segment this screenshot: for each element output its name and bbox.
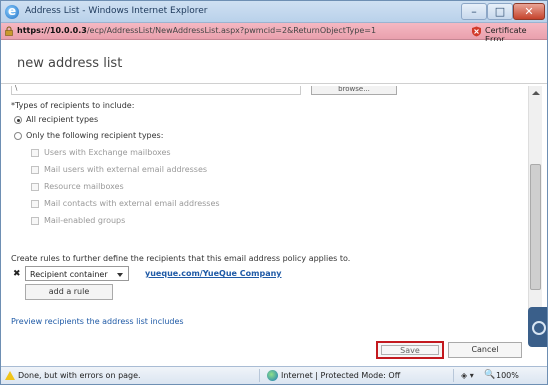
status-separator <box>453 369 454 382</box>
checkbox-mail-users[interactable] <box>31 166 39 174</box>
browser-window: Address List - Windows Internet Explorer… <box>0 0 548 385</box>
dialog-content: new address list \ browse... *Types of r… <box>1 41 547 363</box>
rule-condition-select[interactable]: Recipient container <box>25 266 129 281</box>
checkbox-mail-contacts-label: Mail contacts with external email addres… <box>44 199 220 208</box>
url-text[interactable]: https://10.0.0.3/ecp/AddressList/NewAddr… <box>17 26 376 35</box>
checkbox-exchange-mailboxes-label: Users with Exchange mailboxes <box>44 148 171 157</box>
certificate-error-icon[interactable] <box>471 26 482 37</box>
container-field-value: \ <box>15 84 18 92</box>
checkbox-mail-enabled-groups-label: Mail-enabled groups <box>44 216 126 225</box>
feedback-side-tab[interactable] <box>528 307 547 347</box>
scroll-up-arrow-icon[interactable] <box>532 91 540 95</box>
radio-only-following-types[interactable] <box>14 132 22 140</box>
radio-all-label[interactable]: All recipient types <box>26 115 98 124</box>
rules-description: Create rules to further define the recip… <box>11 254 351 263</box>
checkbox-resource-mailboxes-label: Resource mailboxes <box>44 182 124 191</box>
radio-only-label[interactable]: Only the following recipient types: <box>26 131 163 140</box>
add-rule-button[interactable]: add a rule <box>25 284 113 300</box>
checkbox-mail-contacts[interactable] <box>31 200 39 208</box>
cancel-button[interactable]: Cancel <box>448 342 522 358</box>
rule-value-link[interactable]: yueque.com/YueQue Company <box>145 269 282 278</box>
radio-all-recipient-types[interactable] <box>14 116 22 124</box>
recipients-heading: *Types of recipients to include: <box>11 101 135 110</box>
close-button[interactable]: ✕ <box>513 3 545 20</box>
zoom-icon[interactable]: 🔍 <box>484 370 495 380</box>
title-bar: Address List - Windows Internet Explorer… <box>1 1 547 23</box>
url-host: https://10.0.0.3 <box>17 26 87 35</box>
page-title: new address list <box>17 56 123 71</box>
globe-icon <box>267 370 278 381</box>
protected-mode-tools-icon[interactable]: ◈ ▾ <box>461 371 474 380</box>
security-zone-text[interactable]: Internet | Protected Mode: Off <box>281 371 400 380</box>
preview-recipients-link[interactable]: Preview recipients the address list incl… <box>11 317 184 326</box>
internet-explorer-icon <box>5 4 19 19</box>
vertical-scrollbar[interactable] <box>528 86 542 322</box>
checkbox-mail-users-label: Mail users with external email addresses <box>44 165 208 174</box>
chevron-down-icon <box>117 273 123 277</box>
status-text: Done, but with errors on page. <box>18 371 141 380</box>
minimize-button[interactable]: – <box>461 3 487 20</box>
status-bar: Done, but with errors on page. Internet … <box>1 366 547 384</box>
lock-icon <box>5 26 13 36</box>
maximize-button[interactable]: □ <box>487 3 513 20</box>
warning-icon[interactable] <box>5 371 15 380</box>
scroll-thumb[interactable] <box>530 164 541 290</box>
address-list-container-field[interactable]: \ <box>11 84 301 95</box>
browse-button[interactable]: browse... <box>311 86 397 95</box>
save-button-label: Save <box>381 345 439 355</box>
address-bar[interactable]: https://10.0.0.3/ecp/AddressList/NewAddr… <box>1 23 547 44</box>
window-title: Address List - Windows Internet Explorer <box>25 6 208 16</box>
zoom-level[interactable]: 100% <box>496 371 519 380</box>
checkbox-mail-enabled-groups[interactable] <box>31 217 39 225</box>
save-button[interactable]: Save <box>376 341 444 359</box>
remove-rule-icon[interactable]: ✖ <box>13 269 21 279</box>
url-path: /ecp/AddressList/NewAddressList.aspx?pwm… <box>86 26 377 35</box>
status-separator <box>259 369 260 382</box>
checkbox-resource-mailboxes[interactable] <box>31 183 39 191</box>
rule-condition-value: Recipient container <box>30 270 108 279</box>
checkbox-exchange-mailboxes[interactable] <box>31 149 39 157</box>
